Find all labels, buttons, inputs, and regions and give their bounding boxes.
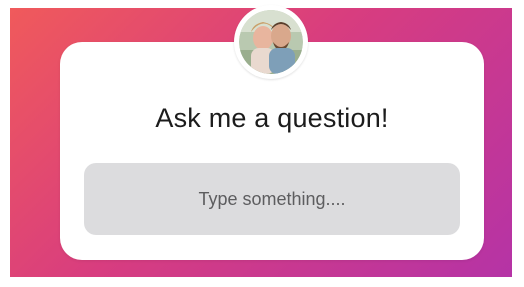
profile-photo-avatar-icon (239, 10, 303, 74)
question-prompt: Ask me a question! (155, 103, 389, 133)
answer-input[interactable]: Type something.... (84, 163, 460, 235)
answer-placeholder: Type something.... (198, 188, 346, 209)
story-screen: Ask me a question! Type something.... (0, 0, 524, 287)
avatar[interactable] (234, 5, 308, 79)
